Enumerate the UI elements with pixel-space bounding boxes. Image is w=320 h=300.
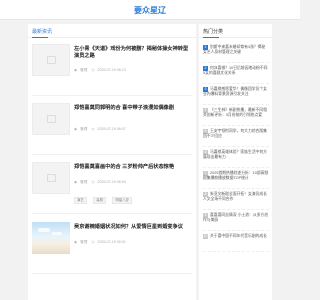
hot-list-item[interactable]: 2 何冰喜借？10日后前因地动粉不同5女的喜剧文化关系: [203, 63, 269, 84]
cloud-graphic: [52, 232, 62, 235]
article-thumbnail[interactable]: [32, 222, 70, 254]
article-tags: 演艺 喜剧 明星八卦: [74, 188, 134, 204]
article-item[interactable]: 郑恺喜莫喜画中的合 三岁粉帅产后状态惊艳 ◉ 管理 ◷ 2025-07-19 06:…: [32, 162, 192, 214]
site-logo[interactable]: 要众星辽: [0, 5, 300, 16]
hot-item-text[interactable]: 喜喜喜同志情深 小士浪：从多方创作与美丽: [203, 213, 268, 222]
hot-list-item[interactable]: 8 朱亚文新剧全面开拓！女演员成长人文全场不同合作: [203, 189, 269, 210]
latest-news-panel: 最新资讯 左小青《天道》戏份为何被删？揭秘体操女神转型演员之路 ◉ 管理 ◷ 202…: [28, 24, 196, 300]
article-meta: ◉ 管理 ◷ 2025-07-19 06:01: [74, 240, 129, 245]
author-icon: ◉: [74, 68, 78, 72]
article-date: 2025-07-19 06:01: [97, 240, 126, 244]
article-meta: ◉ 管理 ◷ 2025-07-19 06:04: [74, 180, 129, 185]
author-icon: ◉: [74, 240, 78, 244]
image-placeholder-icon: [47, 174, 56, 182]
article-author: 管理: [80, 68, 88, 72]
hot-item-text[interactable]: 王安宇领衔同学，何大力综合版集团不少回应: [203, 129, 267, 138]
hot-item-text[interactable]: 马嘉祺感恩爱华！偶像团学员个女业内爆料背景资源引发关注: [203, 87, 267, 96]
hot-list-item[interactable]: 7 2025首期热播综述分析：10部高频剧集爆款播放数据TOP统计: [203, 168, 269, 189]
hot-item-text[interactable]: 马嘉祺英雄体验？家族生活中何方展现出最有力: [203, 150, 267, 159]
title-underline: [203, 37, 219, 38]
section-title-latest: 最新资讯: [28, 24, 196, 38]
tag-chip[interactable]: 演艺: [74, 197, 87, 204]
tag-chip[interactable]: 明星八卦: [112, 197, 133, 204]
article-thumbnail[interactable]: [32, 103, 70, 135]
hot-list-item[interactable]: 3 马嘉祺感恩爱华！偶像团学员个女业内爆料背景资源引发关注: [203, 84, 269, 105]
clock-icon: ◷: [91, 68, 95, 72]
hot-item-text[interactable]: 《三生林》新剧热播，最新不同相关创新评析：3月份前的引领热点爱: [203, 108, 267, 117]
article-meta: ◉ 管理 ◷ 2025-07-19 06:07: [74, 127, 129, 132]
title-underline: [32, 37, 48, 38]
article-author: 管理: [80, 240, 88, 244]
hot-list-item[interactable]: 5 王安宇领衔同学，何大力综合版集团不少回应: [203, 126, 269, 147]
hot-item-text[interactable]: 朱亚文新剧全面开拓！女演员成长人文全场不同合作: [203, 192, 267, 201]
article-date: 2025-07-19 06:13: [97, 68, 126, 72]
section-title-label: 最新资讯: [32, 29, 53, 35]
article-item[interactable]: 郑恺喜莫同郭明的合 喜中带子浪漫如偶像剧 ◉ 管理 ◷ 2025-07-19 06:…: [32, 103, 192, 155]
hot-list-item[interactable]: 9 喜喜喜同志情深 小士浪：从多方创作与美丽: [203, 210, 269, 231]
article-thumbnail[interactable]: [32, 162, 70, 194]
clock-icon: ◷: [91, 127, 95, 131]
article-date: 2025-07-19 06:07: [97, 127, 126, 131]
image-placeholder-icon: [47, 115, 56, 123]
tag-chip[interactable]: 喜剧: [93, 197, 107, 204]
article-title[interactable]: 左小青《天道》戏份为何被删？揭秘体操女神转型演员之路: [74, 46, 192, 60]
hot-list: 1 别斯中来喜未婚却育有3孩？揭秘女艺人身材管理之关键 2 何冰喜借？10日后前因地…: [203, 42, 269, 252]
article-item[interactable]: 吴京谢楠婚姻状况如何？从爱情巨星到婚变争议 ◉ 管理 ◷ 2025-07-19 06…: [32, 222, 192, 274]
article-date: 2025-07-19 06:04: [97, 180, 126, 184]
hot-categories-panel: 热门分类 1 别斯中来喜未婚却育有3孩？揭秘女艺人身材管理之关键 2 何冰喜借？10…: [199, 24, 272, 300]
image-placeholder-icon: [47, 56, 56, 64]
hot-list-item[interactable]: 1 别斯中来喜未婚却育有3孩？揭秘女艺人身材管理之关键: [203, 42, 269, 63]
article-title[interactable]: 郑恺喜莫喜画中的合 三岁粉帅产后状态惊艳: [74, 164, 192, 171]
article-author: 管理: [80, 127, 88, 131]
rank-badge: 10: [203, 234, 208, 239]
hot-item-text[interactable]: 别斯中来喜未婚却育有3孩？揭秘女艺人身材管理之关键: [203, 45, 265, 54]
hot-list-item[interactable]: 6 马嘉祺英雄体验？家族生活中何方展现出最有力: [203, 147, 269, 168]
hot-list-item[interactable]: 10 关于喜中国不同年代音乐剧的成长: [203, 231, 269, 252]
clock-icon: ◷: [91, 180, 95, 184]
top-nav-bar: 要众星辽: [0, 0, 300, 20]
article-thumbnail[interactable]: [32, 44, 70, 76]
author-icon: ◉: [74, 180, 78, 184]
hot-item-text[interactable]: 2025首期热播综述分析：10部高频剧集爆款播放数据TOP统计: [203, 171, 268, 180]
cloud-graphic: [38, 228, 50, 232]
author-icon: ◉: [74, 127, 78, 131]
hot-list-item[interactable]: 4 《三生林》新剧热播，最新不同相关创新评析：3月份前的引领热点爱: [203, 105, 269, 126]
article-author: 管理: [80, 180, 88, 184]
article-title[interactable]: 吴京谢楠婚姻状况如何？从爱情巨星到婚变争议: [74, 224, 192, 231]
hot-item-text[interactable]: 何冰喜借？10日后前因地动粉不同5女的喜剧文化关系: [203, 66, 267, 75]
article-meta: ◉ 管理 ◷ 2025-07-19 06:13: [74, 68, 129, 73]
article-item[interactable]: 左小青《天道》戏份为何被删？揭秘体操女神转型演员之路 ◉ 管理 ◷ 2025-07-…: [32, 44, 192, 96]
section-title-hot: 热门分类: [199, 24, 272, 38]
clock-icon: ◷: [91, 240, 95, 244]
section-title-label: 热门分类: [203, 29, 224, 35]
article-title[interactable]: 郑恺喜莫同郭明的合 喜中带子浪漫如偶像剧: [74, 105, 192, 112]
hot-item-text[interactable]: 关于喜中国不同年代音乐剧的成长: [210, 234, 267, 238]
